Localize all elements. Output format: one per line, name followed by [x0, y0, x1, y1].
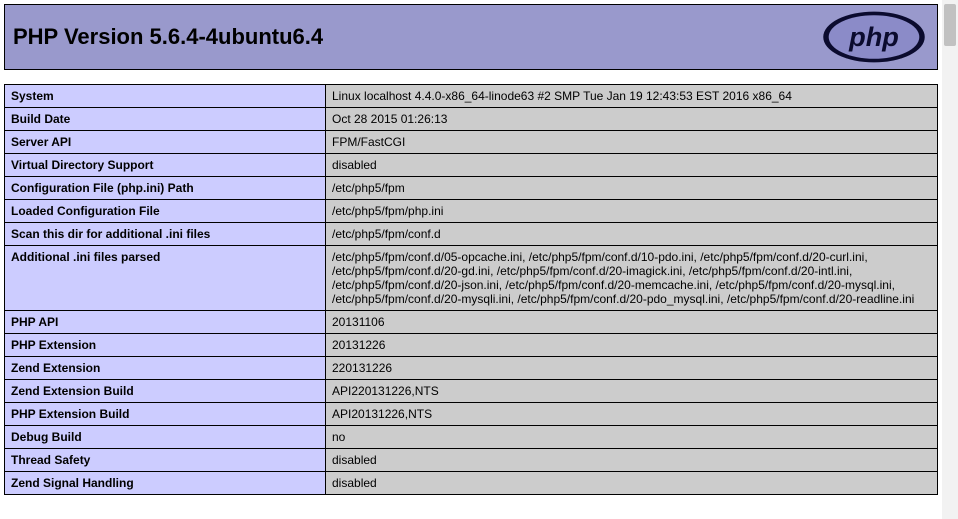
table-row: PHP Extension Build API20131226,NTS: [5, 403, 938, 426]
row-value: /etc/php5/fpm/conf.d: [326, 223, 938, 246]
row-value: FPM/FastCGI: [326, 131, 938, 154]
row-key: Zend Signal Handling: [5, 472, 326, 495]
table-row: Virtual Directory Support disabled: [5, 154, 938, 177]
table-row: Zend Signal Handling disabled: [5, 472, 938, 495]
row-value: 220131226: [326, 357, 938, 380]
row-value: /etc/php5/fpm: [326, 177, 938, 200]
table-row: PHP API 20131106: [5, 311, 938, 334]
row-value: disabled: [326, 472, 938, 495]
table-row: Debug Build no: [5, 426, 938, 449]
row-key: Server API: [5, 131, 326, 154]
table-row: Build Date Oct 28 2015 01:26:13: [5, 108, 938, 131]
page-title: PHP Version 5.6.4-4ubuntu6.4: [13, 24, 323, 50]
row-key: Virtual Directory Support: [5, 154, 326, 177]
row-key: Configuration File (php.ini) Path: [5, 177, 326, 200]
row-value: disabled: [326, 449, 938, 472]
table-row: Server API FPM/FastCGI: [5, 131, 938, 154]
row-value: no: [326, 426, 938, 449]
row-key: Debug Build: [5, 426, 326, 449]
scrollbar-thumb[interactable]: [944, 4, 956, 46]
row-key: Scan this dir for additional .ini files: [5, 223, 326, 246]
viewport: PHP Version 5.6.4-4ubuntu6.4 php System …: [0, 0, 958, 519]
table-row: Loaded Configuration File /etc/php5/fpm/…: [5, 200, 938, 223]
content-area: PHP Version 5.6.4-4ubuntu6.4 php System …: [0, 0, 942, 519]
scrollbar-track[interactable]: [942, 0, 958, 519]
row-value: /etc/php5/fpm/php.ini: [326, 200, 938, 223]
row-key: Additional .ini files parsed: [5, 246, 326, 311]
svg-text:php: php: [848, 21, 899, 52]
row-key: PHP API: [5, 311, 326, 334]
row-key: System: [5, 85, 326, 108]
row-value: 20131106: [326, 311, 938, 334]
row-key: Build Date: [5, 108, 326, 131]
table-row: Scan this dir for additional .ini files …: [5, 223, 938, 246]
table-row: Configuration File (php.ini) Path /etc/p…: [5, 177, 938, 200]
row-key: PHP Extension Build: [5, 403, 326, 426]
row-value: /etc/php5/fpm/conf.d/05-opcache.ini, /et…: [326, 246, 938, 311]
row-value: Linux localhost 4.4.0-x86_64-linode63 #2…: [326, 85, 938, 108]
php-logo-icon: php: [819, 8, 929, 66]
table-row: Thread Safety disabled: [5, 449, 938, 472]
table-row: Additional .ini files parsed /etc/php5/f…: [5, 246, 938, 311]
row-value: API220131226,NTS: [326, 380, 938, 403]
row-value: API20131226,NTS: [326, 403, 938, 426]
row-key: Loaded Configuration File: [5, 200, 326, 223]
row-value: 20131226: [326, 334, 938, 357]
table-row: Zend Extension 220131226: [5, 357, 938, 380]
phpinfo-header: PHP Version 5.6.4-4ubuntu6.4 php: [4, 4, 938, 70]
table-row: PHP Extension 20131226: [5, 334, 938, 357]
row-key: Zend Extension: [5, 357, 326, 380]
row-key: Thread Safety: [5, 449, 326, 472]
table-row: Zend Extension Build API220131226,NTS: [5, 380, 938, 403]
row-value: disabled: [326, 154, 938, 177]
table-row: System Linux localhost 4.4.0-x86_64-lino…: [5, 85, 938, 108]
phpinfo-table: System Linux localhost 4.4.0-x86_64-lino…: [4, 84, 938, 495]
row-value: Oct 28 2015 01:26:13: [326, 108, 938, 131]
row-key: Zend Extension Build: [5, 380, 326, 403]
row-key: PHP Extension: [5, 334, 326, 357]
